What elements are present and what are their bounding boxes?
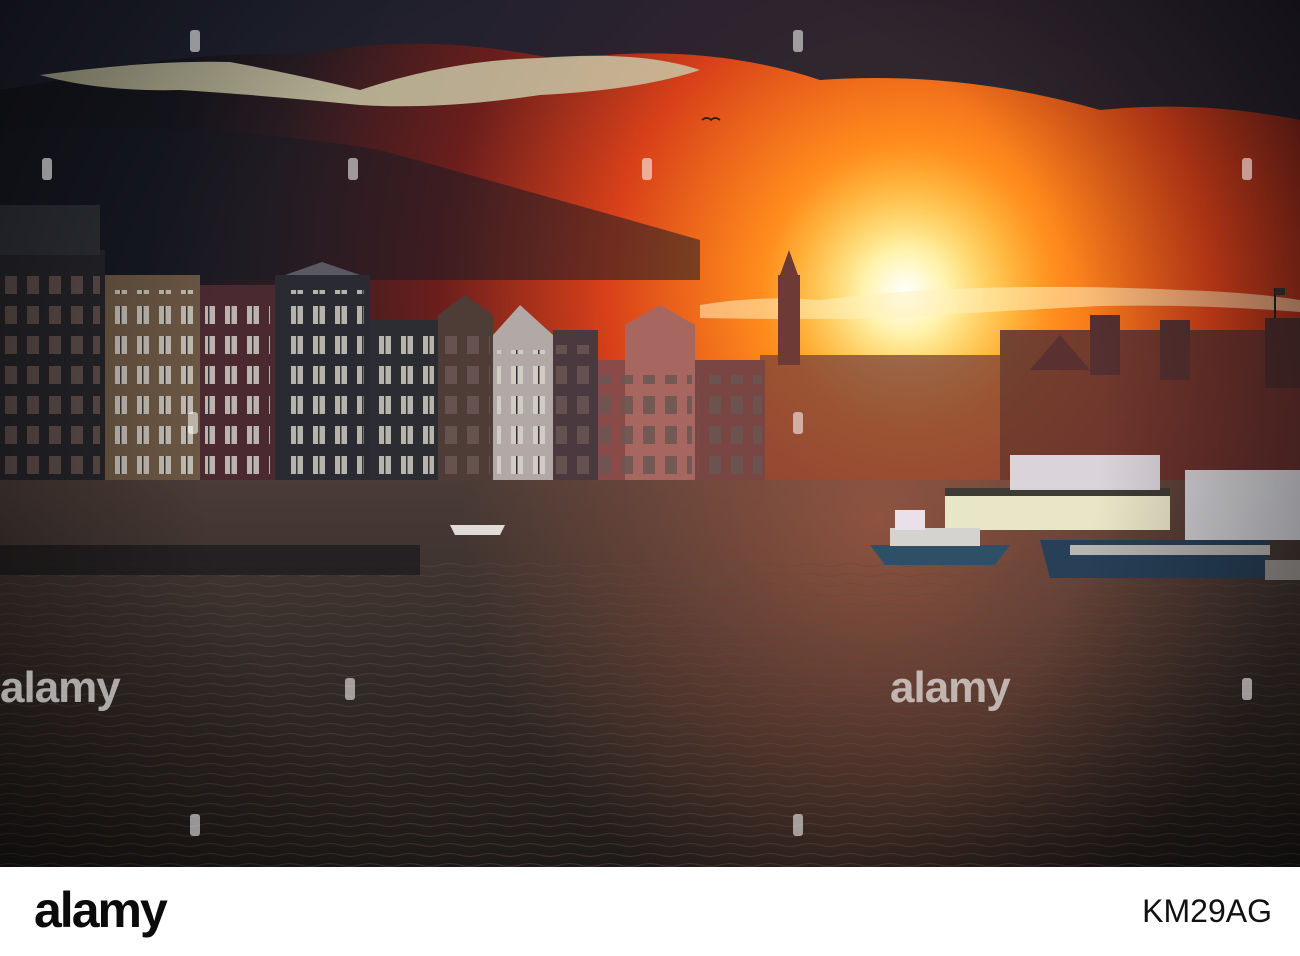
watermark-text: alamy	[890, 663, 1011, 712]
watermark-dot	[42, 158, 52, 180]
watermark-dot	[190, 30, 200, 52]
image-id: KM29AG	[1142, 893, 1272, 929]
watermark-dot	[1242, 158, 1252, 180]
footer-bar: alamy KM29AG	[0, 867, 1300, 956]
watermark-text: alamy	[0, 663, 121, 712]
canal-sunset-photo: alamy alamy	[0, 0, 1300, 867]
watermark-dot	[188, 412, 198, 434]
watermark-dot	[348, 158, 358, 180]
watermark-dot	[793, 30, 803, 52]
watermark-dot	[642, 158, 652, 180]
watermark-dot	[190, 814, 200, 836]
watermark-dot	[345, 678, 355, 700]
watermark-dot	[793, 412, 803, 434]
watermark-dot	[1242, 678, 1252, 700]
alamy-logo: alamy	[34, 882, 168, 938]
watermark-dot	[793, 814, 803, 836]
